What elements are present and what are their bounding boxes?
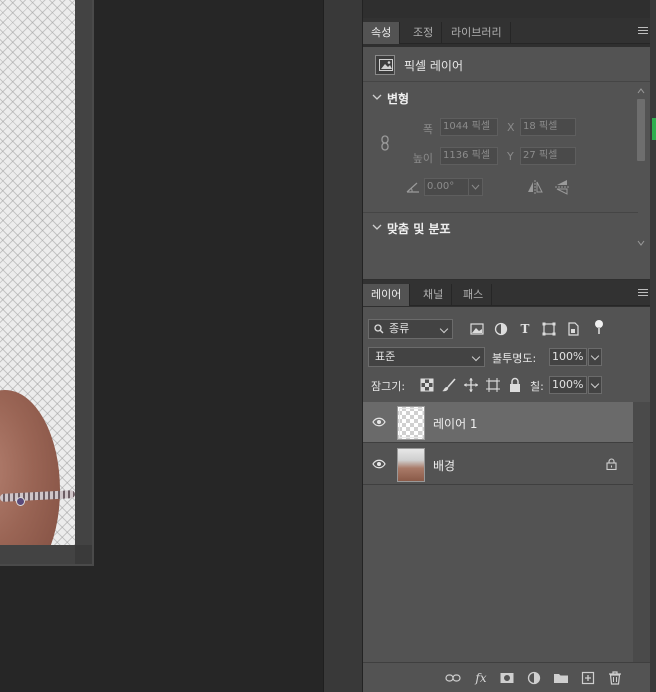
flip-horizontal-icon[interactable] — [527, 180, 543, 194]
chevron-down-icon — [471, 184, 480, 190]
document-vertical-scrollbar[interactable] — [75, 0, 92, 545]
opacity-field[interactable]: 100% — [549, 348, 587, 366]
flip-vertical-icon[interactable] — [555, 179, 569, 195]
properties-layer-type-row: 픽셀 레이어 — [363, 47, 650, 82]
layer-thumbnail[interactable] — [397, 406, 425, 440]
width-label: 폭 — [422, 123, 433, 136]
layer-name[interactable]: 레이어 1 — [433, 415, 478, 432]
transform-section-title: 변형 — [387, 92, 410, 106]
chevron-down-icon — [439, 324, 449, 334]
pixel-layer-icon — [375, 55, 395, 75]
y-label: Y — [507, 150, 514, 163]
status-indicator — [652, 118, 656, 140]
angle-icon — [406, 182, 419, 193]
layers-list: 레이어 1 배경 — [363, 402, 633, 662]
layers-toolbar: 종류 T 표준 불투명도: 100% 잠그기: 칠: 100% — [363, 307, 650, 402]
layers-scrollbar[interactable] — [633, 402, 650, 662]
layer-row[interactable]: 배경 — [363, 444, 633, 485]
chevron-down-icon[interactable] — [637, 239, 645, 247]
document-image[interactable] — [0, 0, 75, 545]
blend-mode-select[interactable]: 표준 — [368, 347, 485, 367]
new-group-folder-icon[interactable] — [553, 670, 569, 686]
filter-pixel-icon[interactable] — [469, 321, 485, 337]
document-window — [0, 0, 94, 566]
lock-all-icon[interactable] — [507, 377, 523, 393]
height-label: 높이 — [412, 152, 433, 165]
add-mask-icon[interactable] — [499, 670, 515, 686]
fill-dropdown[interactable] — [588, 376, 602, 394]
properties-panel-header: 속성 조정 라이브러리 — [363, 18, 650, 44]
tab-libraries[interactable]: 라이브러리 — [443, 22, 511, 44]
layer-thumbnail[interactable] — [397, 448, 425, 482]
y-field[interactable]: 27 픽셀 — [520, 147, 576, 165]
tab-paths[interactable]: 패스 — [455, 284, 493, 306]
tab-layers[interactable]: 레이어 — [363, 284, 411, 306]
lock-transparent-pixels-icon[interactable] — [419, 377, 435, 393]
tab-adjustments[interactable]: 조정 — [405, 22, 443, 44]
photo-bracelet-charm — [16, 497, 25, 506]
opacity-label: 불투명도: — [492, 352, 537, 365]
eye-icon[interactable] — [372, 459, 386, 469]
chevron-up-icon[interactable] — [637, 87, 645, 95]
right-panel-dock: 속성 조정 라이브러리 픽셀 레이어 변형 폭 1044 픽셀 X 18 픽셀 … — [363, 0, 656, 692]
link-dimensions-icon[interactable] — [380, 135, 390, 151]
search-icon — [374, 324, 384, 334]
opacity-dropdown[interactable] — [588, 348, 602, 366]
panel-dock-gutter — [323, 0, 363, 692]
layers-panel-header: 레이어 채널 패스 — [363, 280, 650, 306]
blend-mode-value: 표준 — [375, 350, 396, 363]
filter-smart-object-icon[interactable] — [565, 321, 581, 337]
layer-effects-button[interactable]: fx — [473, 670, 489, 686]
tab-channels[interactable]: 채널 — [415, 284, 453, 306]
lock-artboard-icon[interactable] — [485, 377, 501, 393]
filter-adjustment-icon[interactable] — [493, 321, 509, 337]
layers-panel-menu-icon[interactable] — [638, 289, 648, 297]
fill-field[interactable]: 100% — [549, 376, 587, 394]
angle-field[interactable]: 0.00° — [424, 178, 469, 196]
photo-arm-region — [0, 390, 60, 545]
properties-panel-body: 픽셀 레이어 변형 폭 1044 픽셀 X 18 픽셀 높이 1136 픽셀 Y… — [363, 47, 650, 279]
filter-shape-icon[interactable] — [541, 321, 557, 337]
lock-icon — [606, 458, 617, 470]
properties-section-divider — [363, 212, 638, 213]
width-field[interactable]: 1044 픽셀 — [440, 118, 498, 136]
filter-toggle-icon[interactable] — [591, 319, 607, 335]
properties-panel-menu-icon[interactable] — [638, 27, 648, 35]
new-layer-icon[interactable] — [580, 670, 596, 686]
properties-scrollbar[interactable] — [635, 85, 647, 255]
layers-footer-toolbar: fx — [363, 662, 650, 692]
document-horizontal-scrollbar[interactable] — [0, 545, 75, 564]
new-adjustment-layer-icon[interactable] — [526, 670, 542, 686]
x-field[interactable]: 18 픽셀 — [520, 118, 576, 136]
properties-layer-type-label: 픽셀 레이어 — [404, 59, 464, 73]
chevron-down-icon — [372, 94, 382, 100]
delete-layer-icon[interactable] — [607, 670, 623, 686]
properties-scroll-thumb[interactable] — [637, 99, 645, 161]
align-section-title: 맞춤 및 분포 — [387, 222, 451, 236]
window-right-edge — [650, 0, 656, 692]
canvas-area[interactable] — [0, 0, 323, 692]
filter-kind-select[interactable]: 종류 — [368, 319, 453, 339]
chevron-down-icon — [372, 224, 382, 230]
lock-label: 잠그기: — [371, 380, 406, 393]
lock-image-pixels-icon[interactable] — [441, 377, 457, 393]
chevron-down-icon — [471, 352, 481, 362]
filter-type-icon[interactable]: T — [517, 321, 533, 337]
filter-kind-value: 종류 — [389, 322, 410, 335]
align-section-header[interactable]: 맞춤 및 분포 — [363, 214, 650, 242]
tab-properties[interactable]: 속성 — [363, 22, 401, 44]
layer-row[interactable]: 레이어 1 — [363, 402, 633, 443]
link-layers-icon[interactable] — [445, 670, 461, 686]
lock-position-icon[interactable] — [463, 377, 479, 393]
x-label: X — [507, 121, 515, 134]
eye-icon[interactable] — [372, 417, 386, 427]
fill-label: 칠: — [530, 380, 544, 393]
transform-section-header[interactable]: 변형 — [363, 84, 650, 112]
layer-name[interactable]: 배경 — [433, 457, 455, 474]
angle-dropdown[interactable] — [468, 178, 483, 196]
height-field[interactable]: 1136 픽셀 — [440, 147, 498, 165]
